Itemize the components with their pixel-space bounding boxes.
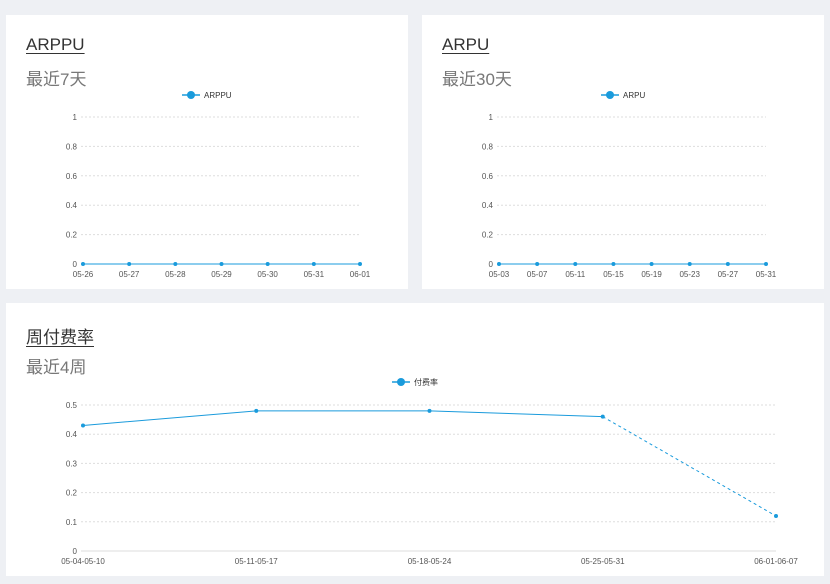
weekly-pay-rate-card: 周付费率 最近4周 付费率 0 0.1 0.2 0.3 0.4 0.5 05-04-05-10… <box>6 303 824 576</box>
legend-marker <box>397 378 405 386</box>
x-tick-label: 05-07 <box>527 270 548 279</box>
data-point <box>173 262 178 266</box>
data-point <box>497 262 501 266</box>
data-point <box>127 262 132 266</box>
y-tick-label: 0.4 <box>482 201 494 210</box>
y-tick-label: 0 <box>73 547 78 556</box>
data-point <box>764 262 768 266</box>
y-tick-label: 1 <box>73 113 78 122</box>
y-tick-label: 0 <box>489 260 494 269</box>
y-tick-label: 0.6 <box>482 172 494 181</box>
data-point <box>427 408 432 413</box>
x-tick-label: 05-30 <box>257 270 278 279</box>
data-point <box>600 414 605 419</box>
y-tick-label: 1 <box>489 113 494 122</box>
data-point <box>219 262 224 266</box>
x-tick-label: 05-29 <box>211 270 232 279</box>
y-tick-label: 0.2 <box>66 489 78 498</box>
x-tick-label: 05-23 <box>679 270 700 279</box>
data-point <box>535 262 540 266</box>
x-tick-label: 05-31 <box>304 270 325 279</box>
data-point <box>81 423 85 428</box>
x-tick-label: 05-25-05-31 <box>581 557 625 566</box>
arpu-chart: ARPU 0 0.2 0.4 0.6 0.8 1 05-03 05-07 05-11 05-15 05… <box>482 91 777 279</box>
data-point <box>573 262 578 266</box>
x-tick-label: 05-27 <box>119 270 140 279</box>
x-tick-label: 06-01-06-07 <box>754 557 798 566</box>
x-tick-label: 05-11-05-17 <box>235 557 279 566</box>
data-point <box>358 262 362 266</box>
series-line-dashed <box>602 416 777 517</box>
data-point <box>265 262 270 266</box>
y-tick-label: 0.4 <box>66 430 78 439</box>
x-tick-label: 05-26 <box>73 270 94 279</box>
y-tick-label: 0.8 <box>482 142 494 151</box>
x-tick-label: 06-01 <box>350 270 371 279</box>
data-point <box>687 262 692 266</box>
data-point <box>311 262 316 266</box>
arppu-card: ARPPU 最近7天 ARPPU 0 0.2 0.4 0.6 0.8 1 05-26 05-27… <box>6 15 408 289</box>
y-tick-label: 0.1 <box>66 518 78 527</box>
x-tick-label: 05-15 <box>603 270 624 279</box>
legend-label: 付费率 <box>414 377 438 387</box>
x-tick-label: 05-19 <box>641 270 662 279</box>
y-tick-label: 0.6 <box>66 172 78 181</box>
pay-rate-chart: 付费率 0 0.1 0.2 0.3 0.4 0.5 05-04-05-10 05-11-05-1… <box>61 377 798 566</box>
series-line <box>82 410 603 426</box>
data-point <box>774 513 778 518</box>
arpu-card: ARPU 最近30天 ARPU 0 0.2 0.4 0.6 0.8 1 05-03 05-07 0… <box>422 15 824 289</box>
x-tick-label: 05-28 <box>165 270 186 279</box>
x-tick-label: 05-11 <box>565 270 585 279</box>
arppu-chart: ARPPU 0 0.2 0.4 0.6 0.8 1 05-26 05-27 05-28 05-29 0… <box>66 91 371 279</box>
y-tick-label: 0.2 <box>482 231 494 240</box>
legend-label: ARPPU <box>204 91 232 100</box>
legend-marker <box>187 91 195 99</box>
x-tick-label: 05-31 <box>756 270 777 279</box>
y-tick-label: 0 <box>73 260 78 269</box>
data-point <box>254 408 259 413</box>
y-tick-label: 0.3 <box>66 459 78 468</box>
legend-marker <box>606 91 614 99</box>
y-tick-label: 0.4 <box>66 201 78 210</box>
data-point <box>611 262 616 266</box>
x-tick-label: 05-18-05-24 <box>408 557 452 566</box>
data-point <box>649 262 654 266</box>
y-tick-label: 0.2 <box>66 231 78 240</box>
y-tick-label: 0.8 <box>66 142 78 151</box>
legend-label: ARPU <box>623 91 645 100</box>
y-tick-label: 0.5 <box>66 401 78 410</box>
data-point <box>81 262 85 266</box>
x-tick-label: 05-03 <box>489 270 510 279</box>
data-point <box>725 262 730 266</box>
x-tick-label: 05-04-05-10 <box>61 557 105 566</box>
x-tick-label: 05-27 <box>718 270 739 279</box>
